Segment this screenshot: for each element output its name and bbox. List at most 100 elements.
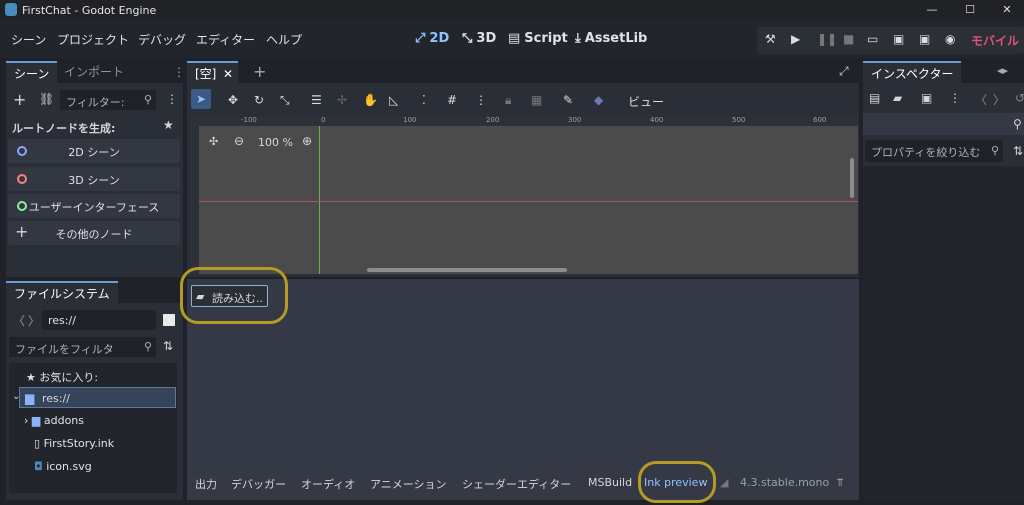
godot-logo-icon	[5, 3, 17, 16]
dock-menu-icon[interactable]: ⋮	[173, 65, 185, 79]
back-icon[interactable]: 〈	[13, 312, 25, 329]
bottom-tab-msbuild[interactable]: MSBuild	[588, 476, 632, 489]
workspace-assetlib-button[interactable]: ⤓ AssetLib	[575, 31, 647, 46]
dock-move-icon[interactable]: ◂▸	[997, 64, 1008, 77]
other-node-button[interactable]: + その他のノード	[8, 221, 180, 245]
inspector-settings-icon[interactable]: ⇅	[1013, 144, 1023, 158]
addons-folder-item[interactable]: › ▆ addons	[24, 414, 84, 427]
history-forward-icon[interactable]: 〉	[993, 91, 1005, 108]
bone-icon[interactable]: ✎	[563, 93, 573, 107]
close-window-button[interactable]: ✕	[990, 0, 1024, 20]
property-filter-input[interactable]: プロパティを絞り込む ⚲	[865, 140, 1003, 162]
split-view-icon[interactable]	[163, 314, 175, 326]
move-tool-icon[interactable]: ✥	[228, 93, 238, 107]
object-selector[interactable]: ⚲	[863, 113, 1024, 135]
play-scene-icon[interactable]: ▣	[893, 32, 904, 46]
maximize-button[interactable]: ☐	[953, 0, 987, 20]
tab-filesystem[interactable]: ファイルシステム	[6, 281, 118, 303]
zoom-in-icon[interactable]: ⊕	[302, 134, 312, 148]
pivot-icon[interactable]: ✢	[337, 93, 347, 107]
history-icon[interactable]: ↺	[1015, 91, 1024, 105]
favorites-item[interactable]: ★ お気に入り:	[26, 369, 98, 385]
add-node-icon[interactable]: +	[13, 90, 26, 109]
path-field[interactable]: res://	[42, 310, 156, 330]
tab-inspector[interactable]: インスペクター	[863, 61, 962, 83]
res-root-item[interactable]: ⌄ ▆ res://	[12, 387, 176, 408]
scene-filter-input[interactable]: フィルター: ⚲	[60, 90, 156, 110]
create-3d-scene-button[interactable]: 3D シーン	[8, 167, 180, 191]
search-icon: ⚲	[990, 144, 999, 157]
icon-svg-file-item[interactable]: ◘ icon.svg	[34, 460, 92, 473]
y-axis-line	[319, 126, 320, 274]
menu-help[interactable]: ヘルプ	[266, 31, 302, 48]
open-resource-icon[interactable]: ▰	[893, 91, 902, 105]
create-2d-scene-button[interactable]: 2D シーン	[8, 139, 180, 163]
play-icon[interactable]: ▶	[791, 32, 800, 46]
file-tree: ★ お気に入り: ⌄ ▆ res:// › ▆ addons ▯ FirstSt…	[9, 363, 177, 493]
new-resource-icon[interactable]: ▤	[869, 91, 880, 105]
save-resource-icon[interactable]: ▣	[921, 91, 932, 105]
create-ui-scene-button[interactable]: ユーザーインターフェース	[8, 194, 180, 218]
bottom-tab-shader-editor[interactable]: シェーダーエディター	[462, 476, 571, 492]
inspector-options-icon[interactable]: ⋮	[949, 91, 961, 105]
rotate-tool-icon[interactable]: ↻	[254, 93, 264, 107]
smart-snap-icon[interactable]: ⁚	[422, 93, 426, 107]
menu-scene[interactable]: シーン	[11, 31, 46, 48]
file-filter-input[interactable]: ファイルをフィルタ ⚲	[9, 337, 156, 357]
tab-import[interactable]: インポート	[56, 61, 132, 83]
menu-debug[interactable]: デバッグ	[138, 31, 186, 48]
zoom-level[interactable]: 100 %	[258, 136, 293, 149]
expand-bottom-panel-icon[interactable]: ⫪	[837, 476, 843, 490]
horizontal-scrollbar[interactable]	[367, 268, 567, 272]
menu-project[interactable]: プロジェクト	[57, 31, 129, 48]
workspace-2d-button[interactable]: ⤢ 2D	[415, 31, 449, 46]
bottom-tab-debugger[interactable]: デバッガー	[231, 476, 286, 492]
group-icon[interactable]: ▦	[531, 93, 542, 107]
pan-tool-icon[interactable]: ✋	[363, 93, 378, 107]
history-back-icon[interactable]: 〈	[975, 91, 987, 108]
snap-options-icon[interactable]: ⋮	[475, 93, 487, 107]
vertical-scrollbar[interactable]	[850, 158, 854, 198]
favorite-star-icon[interactable]: ★	[163, 118, 174, 132]
workspace-3d-button[interactable]: ⤡ 3D	[462, 31, 496, 46]
tab-scene[interactable]: シーン	[6, 61, 58, 83]
script-icon: ▤	[508, 31, 521, 46]
bottom-tab-output[interactable]: 出力	[195, 476, 217, 492]
folder-icon: ▆	[25, 391, 35, 405]
grid-snap-icon[interactable]: #	[447, 93, 457, 107]
workspace-script-button[interactable]: ▤ Script	[508, 31, 568, 46]
list-select-icon[interactable]: ☰	[311, 93, 322, 107]
filesystem-dock: ファイルシステム 〈 〉 res:// ファイルをフィルタ ⚲ ⇅ ★ お気に入り…	[6, 281, 183, 500]
close-tab-icon[interactable]: ✕	[223, 63, 233, 85]
bottom-tab-animation[interactable]: アニメーション	[370, 476, 447, 492]
tab-empty-scene[interactable]: [空] ✕	[187, 61, 239, 85]
forward-icon[interactable]: 〉	[28, 312, 40, 329]
camera-override-icon[interactable]: ◆	[594, 93, 603, 107]
sort-icon[interactable]: ⇅	[163, 339, 173, 353]
minimize-button[interactable]: —	[915, 0, 949, 20]
distraction-free-icon[interactable]: ⤢	[839, 64, 849, 79]
horizontal-ruler: -100 0 100 200 300 400 500 600	[199, 116, 858, 126]
add-tab-button[interactable]: +	[253, 62, 266, 81]
select-tool-icon[interactable]: ➤	[191, 89, 211, 109]
ruler-label: 500	[732, 116, 746, 124]
renderer-select[interactable]: モバイル	[971, 32, 1019, 49]
bottom-tab-audio[interactable]: オーディオ	[301, 476, 355, 492]
stop-icon[interactable]: ■	[843, 32, 854, 46]
movie-icon[interactable]: ◉	[945, 32, 955, 46]
view-menu[interactable]: ビュー	[628, 93, 664, 110]
remote-debug-icon[interactable]: ▭	[867, 32, 878, 46]
play-custom-icon[interactable]: ▣	[919, 32, 930, 46]
ruler-tool-icon[interactable]: ◺	[389, 93, 398, 107]
scale-tool-icon[interactable]: ⤡	[280, 93, 290, 108]
scene-options-icon[interactable]: ⋮	[166, 92, 178, 106]
firststory-file-item[interactable]: ▯ FirstStory.ink	[34, 437, 114, 450]
link-icon[interactable]: ⛓	[39, 92, 54, 106]
menu-editor[interactable]: エディター	[196, 31, 255, 48]
lock-icon[interactable]: 🔒︎	[505, 93, 511, 108]
center-view-icon[interactable]: ✣	[209, 135, 218, 148]
pause-icon[interactable]: ❚❚	[817, 32, 837, 46]
zoom-out-icon[interactable]: ⊖	[234, 134, 244, 148]
canvas-2d[interactable]: ✣ ⊖ 100 % ⊕	[199, 126, 858, 274]
hammer-icon[interactable]: ⚒	[765, 32, 776, 46]
